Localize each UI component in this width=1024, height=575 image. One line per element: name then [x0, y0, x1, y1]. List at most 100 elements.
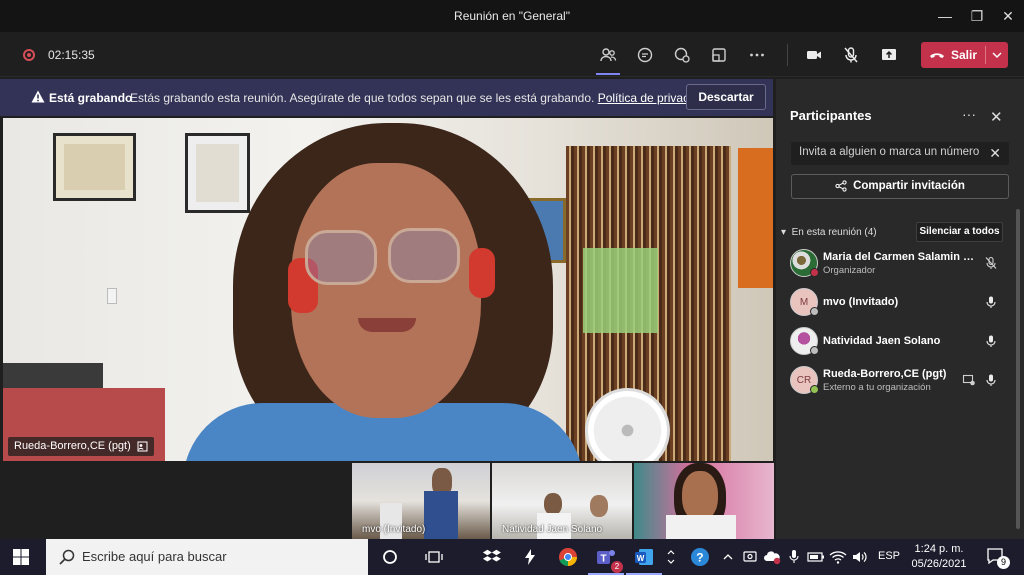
volume-icon [853, 552, 867, 562]
mute-button[interactable] [838, 42, 864, 68]
show-hidden-icons-button[interactable] [716, 545, 740, 569]
mic-tray-button[interactable] [782, 545, 806, 569]
panel-scrollbar[interactable] [1016, 209, 1020, 529]
meeting-toolbar: 02:15:35 Salir [0, 32, 1024, 77]
participant-name: Rueda-Borrero,CE (pgt) [823, 368, 947, 380]
share-screen-icon [882, 49, 896, 60]
mic-off-icon [844, 47, 858, 63]
taskbar-scroll-button[interactable] [664, 545, 678, 569]
thumbnail-video[interactable]: mvo (Invitado) [352, 463, 490, 539]
wifi-tray-button[interactable] [826, 545, 850, 569]
help-icon: ? [691, 548, 709, 566]
word-icon: W [635, 549, 653, 565]
thumbnail-strip: mvo (Invitado) Natividad Jaen Solano [352, 463, 774, 539]
minimize-button[interactable]: — [934, 6, 956, 26]
cloud-error-icon [764, 551, 781, 565]
panel-close-button[interactable]: ✕ [990, 108, 1003, 126]
participant-row[interactable]: CR Rueda-Borrero,CE (pgt) Externo a tu o… [790, 364, 1008, 398]
cortana-button[interactable] [378, 545, 402, 569]
panel-more-button[interactable]: ··· [962, 106, 976, 122]
title-bar: Reunión en "General" — ❐ ✕ [0, 0, 1024, 32]
avatar-initials: CR [796, 375, 812, 386]
mute-all-button[interactable]: Silenciar a todos [916, 222, 1003, 242]
thumbnail-video[interactable] [634, 463, 774, 539]
headphone [469, 248, 495, 298]
svg-text:T: T [601, 554, 607, 565]
hang-up-icon [930, 53, 944, 58]
chat-button[interactable] [632, 42, 658, 68]
battery-icon [807, 552, 824, 562]
participants-button[interactable] [595, 42, 621, 68]
participant-row[interactable]: Maria del Carmen Salamin Ca... Organizad… [790, 247, 1008, 281]
participant-name: Natividad Jaen Solano [823, 335, 941, 347]
svg-text:?: ? [696, 551, 703, 565]
invite-input[interactable] [799, 146, 979, 158]
dismiss-button[interactable]: Descartar [686, 84, 766, 110]
leave-button[interactable]: Salir [921, 42, 1008, 68]
action-center-button[interactable]: 9 [986, 547, 1010, 569]
reaction-icon [674, 47, 690, 63]
share-screen-button[interactable] [876, 42, 902, 68]
leave-label: Salir [951, 48, 978, 62]
input-language[interactable]: ESP [878, 550, 900, 562]
teams-button[interactable]: T 2 [588, 545, 624, 575]
windows-start-icon[interactable] [12, 548, 30, 566]
avatar [790, 249, 819, 277]
dropbox-icon [482, 549, 501, 562]
mic-icon [986, 374, 996, 386]
presence-unknown-icon [810, 346, 819, 355]
participant-row[interactable]: Natividad Jaen Solano [790, 325, 1008, 359]
search-icon [59, 549, 75, 565]
rooms-button[interactable] [706, 42, 732, 68]
word-button[interactable]: W [626, 545, 662, 575]
close-window-button[interactable]: ✕ [997, 6, 1019, 26]
in-meeting-header[interactable]: ▾ En esta reunión (4) [781, 227, 877, 238]
rooms-icon [712, 48, 726, 62]
cortana-icon [383, 550, 397, 564]
video-name: Rueda-Borrero,CE (pgt) [14, 440, 131, 452]
screen-share-icon [962, 374, 975, 386]
taskbar-search[interactable] [46, 539, 368, 575]
mic-icon [986, 335, 996, 347]
thumbnail-video[interactable]: Natividad Jaen Solano [492, 463, 632, 539]
share-invite-button[interactable]: Compartir invitación [791, 174, 1009, 199]
toolbar-separator [787, 44, 788, 66]
app-bolt-button[interactable] [518, 545, 542, 569]
meet-now-tray-button[interactable] [738, 545, 762, 569]
more-actions-button[interactable] [744, 42, 770, 68]
participants-panel: Participantes ··· ✕ ✕ Compartir invitaci… [776, 79, 1024, 539]
reactions-button[interactable] [669, 42, 695, 68]
volume-tray-button[interactable] [848, 545, 872, 569]
wall-outlet [107, 288, 117, 304]
mic-off-icon [985, 256, 997, 269]
recording-title: Está grabando [49, 91, 133, 105]
chat-icon [637, 47, 653, 63]
invite-field[interactable]: ✕ [791, 142, 1009, 165]
window-title: Reunión en "General" [454, 9, 570, 23]
battery-tray-button[interactable] [804, 545, 828, 569]
thumbnail-name: Natividad Jaen Solano [502, 524, 603, 535]
chrome-icon [559, 548, 577, 567]
shelf-items [738, 148, 773, 288]
chrome-button[interactable] [556, 545, 580, 569]
dropbox-button[interactable] [480, 545, 504, 569]
leave-divider [985, 46, 986, 64]
meeting-timer: 02:15:35 [48, 48, 95, 62]
participant-row[interactable]: M mvo (Invitado) [790, 286, 1008, 320]
clear-icon[interactable]: ✕ [989, 145, 1001, 162]
camera-button[interactable] [801, 42, 827, 68]
teams-badge: 2 [611, 561, 623, 573]
participant-name: mvo (Invitado) [823, 296, 899, 308]
avatar-initials: M [799, 297, 809, 308]
warning-icon [31, 90, 45, 103]
avatar: M [790, 288, 819, 316]
thumbnail-name: mvo (Invitado) [362, 524, 426, 535]
chevron-up-icon [723, 554, 733, 560]
maximize-button[interactable]: ❐ [966, 6, 988, 26]
onedrive-tray-button[interactable] [760, 545, 784, 569]
task-view-button[interactable] [422, 545, 446, 569]
search-input[interactable] [82, 549, 352, 564]
help-tray-button[interactable]: ? [688, 545, 712, 569]
chevron-down-icon[interactable] [991, 47, 1003, 63]
taskbar-clock[interactable]: 1:24 p. m. 05/26/2021 [906, 542, 972, 572]
